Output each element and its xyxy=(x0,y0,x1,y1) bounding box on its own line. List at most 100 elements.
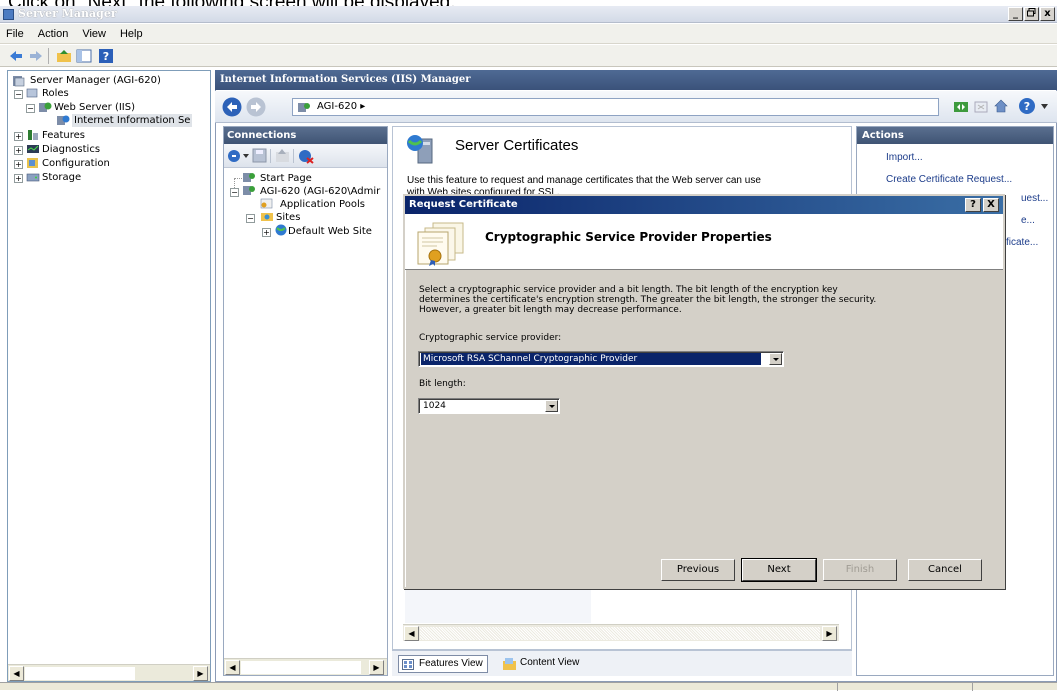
menu-view[interactable]: View xyxy=(82,28,106,40)
dialog-help-button[interactable]: ? xyxy=(965,198,981,212)
up-folder-icon[interactable] xyxy=(56,48,72,64)
provider-dropdown-icon[interactable] xyxy=(769,353,782,365)
tree-item-storage[interactable]: Storage xyxy=(42,171,81,184)
tree-item-diagnostics[interactable]: Diagnostics xyxy=(42,143,100,156)
maximize-button[interactable] xyxy=(1024,7,1039,21)
connect-icon[interactable] xyxy=(227,148,243,164)
expand-storage-toggle[interactable]: + xyxy=(14,174,23,183)
menu-action[interactable]: Action xyxy=(38,28,69,40)
dialog-intro-line1: Select a cryptographic service provider … xyxy=(419,285,838,295)
features-view-label: Features View xyxy=(419,658,483,669)
bitlength-dropdown-icon[interactable] xyxy=(545,400,558,412)
server-connection-icon xyxy=(243,186,255,195)
provider-label: Cryptographic service provider: xyxy=(419,333,562,343)
scroll-thumb[interactable] xyxy=(25,667,135,680)
show-hide-tree-icon[interactable] xyxy=(76,48,92,64)
bitlength-label: Bit length: xyxy=(419,379,466,389)
start-page-icon xyxy=(243,173,255,182)
conn-scroll-right-arrow[interactable]: ▶ xyxy=(369,660,384,675)
conn-item-sites[interactable]: Sites xyxy=(276,211,300,224)
conn-item-start-page[interactable]: Start Page xyxy=(260,172,312,185)
stop-icon[interactable] xyxy=(973,99,989,115)
action-complete-request[interactable]: uest... xyxy=(1021,193,1048,204)
dialog-intro-line3: However, a greater bit length may decrea… xyxy=(419,305,682,315)
svg-text:?: ? xyxy=(1024,100,1030,113)
tree-item-web-server[interactable]: Web Server (IIS) xyxy=(54,101,135,114)
scroll-left-arrow[interactable]: ◀ xyxy=(9,666,24,681)
close-window-button[interactable]: x xyxy=(1040,7,1055,21)
configuration-icon xyxy=(27,158,38,168)
expand-diagnostics-toggle[interactable]: + xyxy=(14,146,23,155)
collapse-roles-toggle[interactable]: − xyxy=(14,90,23,99)
content-view-tab[interactable]: Content View xyxy=(500,655,583,673)
svg-text:?: ? xyxy=(103,50,109,63)
tree-item-server-manager[interactable]: Server Manager (AGI-620) xyxy=(30,74,161,87)
dialog-close-button[interactable]: X xyxy=(983,198,999,212)
nav-forward-icon[interactable] xyxy=(246,97,266,117)
left-tree-hscrollbar[interactable]: ◀ ▶ xyxy=(8,664,210,681)
expand-features-toggle[interactable]: + xyxy=(14,132,23,141)
dialog-title: Request Certificate xyxy=(409,199,518,210)
address-field[interactable]: AGI-620 ▸ xyxy=(292,98,939,116)
menu-file[interactable]: File xyxy=(6,28,24,40)
connections-toolbar xyxy=(224,144,387,168)
tree-item-iis[interactable]: Internet Information Se xyxy=(72,114,193,127)
collapse-server-toggle[interactable]: − xyxy=(230,188,239,197)
scroll-right-arrow[interactable]: ▶ xyxy=(193,666,208,681)
actions-header: Actions xyxy=(857,127,1053,144)
help-dropdown-icon[interactable] xyxy=(1041,104,1048,110)
provider-selected-value: Microsoft RSA SChannel Cryptographic Pro… xyxy=(421,353,761,365)
collapse-sites-toggle[interactable]: − xyxy=(246,214,255,223)
main-hscrollbar[interactable]: ◀ ▶ xyxy=(403,624,839,641)
menu-help[interactable]: Help xyxy=(120,28,143,40)
main-scroll-right-arrow[interactable]: ▶ xyxy=(822,626,837,641)
restore-icon xyxy=(1027,8,1036,17)
window-titlebar: Server Manager _ x xyxy=(0,6,1057,23)
bitlength-select[interactable]: 1024 xyxy=(418,398,560,414)
up-level-icon[interactable] xyxy=(275,148,290,163)
previous-button[interactable]: Previous xyxy=(661,559,735,581)
refresh-icon[interactable] xyxy=(953,99,969,115)
conn-item-app-pools[interactable]: Application Pools xyxy=(280,198,365,211)
features-icon xyxy=(28,130,38,140)
disconnect-icon[interactable] xyxy=(298,148,314,164)
tree-item-features[interactable]: Features xyxy=(42,129,85,142)
iis-panel-header: Internet Information Services (IIS) Mana… xyxy=(215,70,1057,90)
minimize-button[interactable]: _ xyxy=(1008,7,1023,21)
server-certificates-icon xyxy=(407,135,433,164)
window-title: Server Manager xyxy=(18,7,117,20)
features-view-tab[interactable]: Features View xyxy=(398,655,488,673)
tree-item-configuration[interactable]: Configuration xyxy=(42,157,110,170)
next-button[interactable]: Next xyxy=(741,558,817,582)
back-arrow-icon[interactable] xyxy=(8,48,24,64)
page-title: Server Certificates xyxy=(455,137,579,154)
provider-select[interactable]: Microsoft RSA SChannel Cryptographic Pro… xyxy=(418,351,784,367)
expand-default-site-toggle[interactable]: + xyxy=(262,228,271,237)
main-scroll-left-arrow[interactable]: ◀ xyxy=(404,626,419,641)
save-icon[interactable] xyxy=(252,148,267,163)
action-create-domain-certificate[interactable]: e... xyxy=(1021,215,1035,226)
conn-item-server[interactable]: AGI-620 (AGI-620\Admir xyxy=(260,185,380,198)
collapse-web-server-toggle[interactable]: − xyxy=(26,104,35,113)
expand-configuration-toggle[interactable]: + xyxy=(14,160,23,169)
action-self-signed-certificate[interactable]: ficate... xyxy=(1006,237,1038,248)
forward-arrow-icon[interactable] xyxy=(28,48,44,64)
help-icon[interactable]: ? xyxy=(98,48,114,64)
cancel-button[interactable]: Cancel xyxy=(908,559,982,581)
conn-scroll-left-arrow[interactable]: ◀ xyxy=(225,660,240,675)
home-icon[interactable] xyxy=(993,98,1009,114)
view-switcher: Features View Content View xyxy=(392,650,852,676)
conn-scroll-thumb[interactable] xyxy=(241,661,361,674)
nav-back-icon[interactable] xyxy=(222,97,242,117)
action-create-certificate-request[interactable]: Create Certificate Request... xyxy=(886,174,1012,185)
main-scroll-track[interactable] xyxy=(420,627,820,640)
server-node-icon xyxy=(298,103,310,112)
bitlength-selected-value: 1024 xyxy=(423,401,446,411)
tree-item-roles[interactable]: Roles xyxy=(42,87,69,100)
action-import[interactable]: Import... xyxy=(886,152,923,163)
finish-button[interactable]: Finish xyxy=(823,559,897,581)
help-circle-icon[interactable]: ? xyxy=(1018,97,1036,115)
connect-dropdown-icon[interactable] xyxy=(243,154,249,159)
conn-item-default-site[interactable]: Default Web Site xyxy=(288,225,372,238)
connections-hscrollbar[interactable]: ◀ ▶ xyxy=(224,658,387,675)
